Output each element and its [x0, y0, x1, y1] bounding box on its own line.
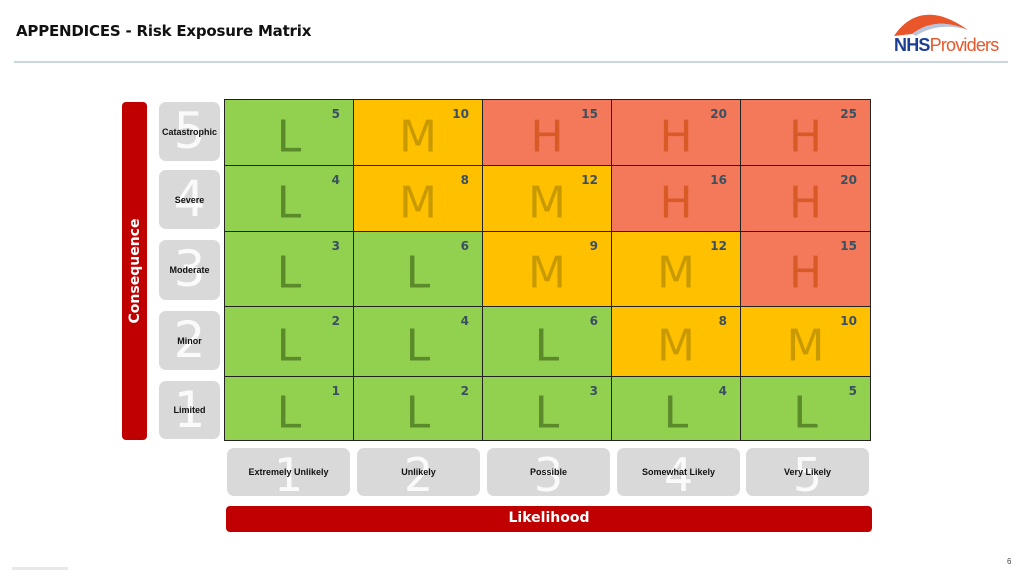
matrix-cell: H 15 — [483, 100, 612, 166]
matrix-cell: M 12 — [612, 232, 741, 307]
matrix-cell: M 10 — [741, 307, 870, 377]
consequence-level-label: Limited — [173, 405, 206, 415]
matrix-cell: M8 — [354, 166, 483, 232]
matrix-cell: M 10 — [354, 100, 483, 166]
likelihood-level-tile: 2 Unlikely — [357, 448, 480, 496]
likelihood-axis-bar: Likelihood — [226, 506, 872, 532]
risk-level-letter: H — [788, 247, 823, 299]
consequence-axis-bar: Consequence — [122, 102, 147, 440]
logo-wordmark: NHSProviders — [894, 35, 999, 55]
matrix-cell: M 12 — [483, 166, 612, 232]
risk-score: 5 — [848, 384, 857, 398]
risk-level-letter: L — [276, 247, 302, 299]
matrix-cell: L5 — [225, 100, 354, 166]
page-title: APPENDICES - Risk Exposure Matrix — [16, 22, 312, 40]
consequence-level-label: Catastrophic — [161, 126, 217, 137]
consequence-level-label: Severe — [174, 194, 205, 205]
risk-score: 2 — [331, 314, 340, 328]
consequence-level-tile: 5 Catastrophic — [159, 102, 220, 161]
matrix-cell: L4 — [225, 166, 354, 232]
page-number: 6 — [1007, 557, 1012, 566]
likelihood-level-label: Unlikely — [401, 467, 436, 477]
risk-matrix-grid: L 5 M 10 H 15 H 20 H 25 L 4 M 8 M 12 H 16 H 20 L 3 L 6 M 9 M 12 H 15 L… — [224, 99, 871, 441]
matrix-cell: L5 — [741, 377, 870, 440]
matrix-cell: L6 — [483, 307, 612, 377]
risk-score: 10 — [452, 107, 469, 121]
risk-score: 16 — [710, 173, 727, 187]
risk-score: 8 — [460, 173, 469, 187]
risk-score: 5 — [331, 107, 340, 121]
risk-score: 1 — [331, 384, 340, 398]
consequence-axis-label: Consequence — [126, 218, 143, 324]
matrix-cell: L4 — [354, 307, 483, 377]
matrix-cell: L3 — [225, 232, 354, 307]
matrix-cell: H 25 — [741, 100, 870, 166]
matrix-cell: L3 — [483, 377, 612, 440]
consequence-level-label: Minor — [177, 335, 202, 346]
risk-score: 15 — [581, 107, 598, 121]
likelihood-axis-label: Likelihood — [508, 510, 590, 526]
risk-score: 6 — [589, 314, 598, 328]
matrix-cell: H 20 — [612, 100, 741, 166]
risk-score: 2 — [460, 384, 469, 398]
risk-score: 8 — [718, 314, 727, 328]
risk-score: 10 — [840, 314, 857, 328]
risk-score: 12 — [581, 173, 598, 187]
likelihood-level-tile: 3 Possible — [487, 448, 610, 496]
matrix-cell: H 15 — [741, 232, 870, 307]
risk-level-letter: M — [657, 247, 695, 299]
matrix-cell: L1 — [225, 377, 354, 440]
footer-mark — [12, 567, 68, 570]
risk-level-letter: L — [405, 247, 431, 299]
likelihood-level-tile: 5 Very Likely — [746, 448, 869, 496]
risk-score: 3 — [589, 384, 598, 398]
consequence-level-tile: 2 Minor — [159, 311, 220, 370]
likelihood-level-label: Extremely Unlikely — [248, 467, 329, 477]
consequence-level-label: Moderate — [169, 265, 210, 275]
matrix-cell: M9 — [483, 232, 612, 307]
risk-score: 15 — [840, 239, 857, 253]
matrix-cell: L2 — [354, 377, 483, 440]
likelihood-level-label: Very Likely — [783, 467, 832, 477]
risk-score: 3 — [331, 239, 340, 253]
matrix-cell: H 20 — [741, 166, 870, 232]
logo-arc-icon — [894, 14, 968, 36]
consequence-level-tile: 3 Moderate — [159, 240, 220, 300]
risk-score: 4 — [718, 384, 727, 398]
risk-score: 4 — [331, 173, 340, 187]
risk-score: 6 — [460, 239, 469, 253]
matrix-cell: M8 — [612, 307, 741, 377]
risk-score: 25 — [840, 107, 857, 121]
risk-score: 12 — [710, 239, 727, 253]
likelihood-level-label: Possible — [529, 467, 567, 477]
matrix-cell: L2 — [225, 307, 354, 377]
risk-score: 4 — [460, 314, 469, 328]
matrix-cell: L6 — [354, 232, 483, 307]
likelihood-level-label: Somewhat Likely — [641, 467, 716, 477]
likelihood-level-tile: 1 Extremely Unlikely — [227, 448, 350, 496]
risk-score: 9 — [589, 239, 598, 253]
matrix-cell: H 16 — [612, 166, 741, 232]
matrix-cell: L4 — [612, 377, 741, 440]
nhs-providers-logo: NHSProviders — [890, 8, 1010, 60]
consequence-level-tile: 4 Severe — [159, 170, 220, 229]
risk-score: 20 — [840, 173, 857, 187]
likelihood-level-tile: 4 Somewhat Likely — [617, 448, 740, 496]
consequence-level-tile: 1 Limited — [159, 381, 220, 439]
header-divider — [14, 61, 1008, 63]
risk-level-letter: M — [528, 247, 566, 299]
risk-score: 20 — [710, 107, 727, 121]
